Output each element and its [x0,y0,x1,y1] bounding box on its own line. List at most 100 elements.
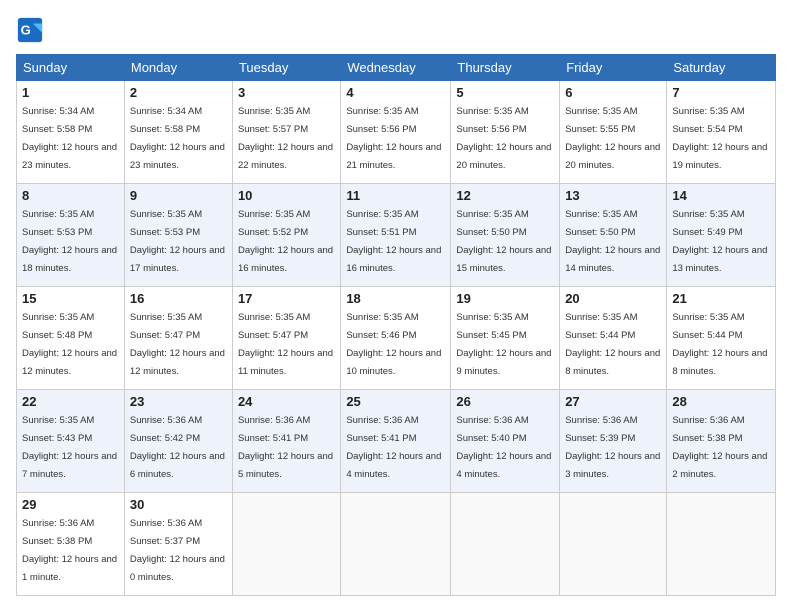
day-info: Sunrise: 5:36 AMSunset: 5:41 PMDaylight:… [346,415,441,480]
day-number: 12 [456,188,554,203]
table-row [667,493,776,596]
day-info: Sunrise: 5:36 AMSunset: 5:40 PMDaylight:… [456,415,551,480]
day-info: Sunrise: 5:35 AMSunset: 5:54 PMDaylight:… [672,106,767,171]
day-number: 11 [346,188,445,203]
col-monday: Monday [124,55,232,81]
day-info: Sunrise: 5:35 AMSunset: 5:50 PMDaylight:… [456,209,551,274]
day-number: 19 [456,291,554,306]
page: G Sunday Monday Tuesday Wednesday Thursd… [0,0,792,612]
day-info: Sunrise: 5:35 AMSunset: 5:46 PMDaylight:… [346,312,441,377]
day-info: Sunrise: 5:36 AMSunset: 5:38 PMDaylight:… [672,415,767,480]
svg-text:G: G [21,23,31,38]
day-info: Sunrise: 5:34 AMSunset: 5:58 PMDaylight:… [22,106,117,171]
logo: G [16,16,48,44]
table-row: 12 Sunrise: 5:35 AMSunset: 5:50 PMDayligh… [451,184,560,287]
day-info: Sunrise: 5:35 AMSunset: 5:52 PMDaylight:… [238,209,333,274]
table-row: 18 Sunrise: 5:35 AMSunset: 5:46 PMDayligh… [341,287,451,390]
day-number: 9 [130,188,227,203]
calendar-week-row: 15Sunrise: 5:35 AMSunset: 5:48 PMDayligh… [17,287,776,390]
calendar-table: Sunday Monday Tuesday Wednesday Thursday… [16,54,776,596]
day-number: 23 [130,394,227,409]
table-row: 6 Sunrise: 5:35 AMSunset: 5:55 PMDaylight… [560,81,667,184]
day-number: 15 [22,291,119,306]
day-number: 10 [238,188,335,203]
col-sunday: Sunday [17,55,125,81]
day-number: 2 [130,85,227,100]
table-row [560,493,667,596]
day-number: 26 [456,394,554,409]
day-number: 7 [672,85,770,100]
table-row: 29Sunrise: 5:36 AMSunset: 5:38 PMDayligh… [17,493,125,596]
table-row: 28 Sunrise: 5:36 AMSunset: 5:38 PMDayligh… [667,390,776,493]
day-number: 16 [130,291,227,306]
calendar-week-row: 8 Sunrise: 5:35 AMSunset: 5:53 PMDaylight… [17,184,776,287]
day-info: Sunrise: 5:36 AMSunset: 5:37 PMDaylight:… [130,518,225,583]
table-row: 8 Sunrise: 5:35 AMSunset: 5:53 PMDaylight… [17,184,125,287]
day-info: Sunrise: 5:35 AMSunset: 5:55 PMDaylight:… [565,106,660,171]
day-number: 5 [456,85,554,100]
day-info: Sunrise: 5:35 AMSunset: 5:44 PMDaylight:… [565,312,660,377]
day-info: Sunrise: 5:35 AMSunset: 5:51 PMDaylight:… [346,209,441,274]
table-row [451,493,560,596]
day-number: 6 [565,85,661,100]
table-row: 26 Sunrise: 5:36 AMSunset: 5:40 PMDayligh… [451,390,560,493]
day-info: Sunrise: 5:36 AMSunset: 5:42 PMDaylight:… [130,415,225,480]
calendar-week-row: 22 Sunrise: 5:35 AMSunset: 5:43 PMDayligh… [17,390,776,493]
table-row: 16 Sunrise: 5:35 AMSunset: 5:47 PMDayligh… [124,287,232,390]
table-row [232,493,340,596]
day-info: Sunrise: 5:35 AMSunset: 5:47 PMDaylight:… [130,312,225,377]
table-row: 27Sunrise: 5:36 AMSunset: 5:39 PMDayligh… [560,390,667,493]
table-row: 15Sunrise: 5:35 AMSunset: 5:48 PMDayligh… [17,287,125,390]
table-row: 14Sunrise: 5:35 AMSunset: 5:49 PMDayligh… [667,184,776,287]
day-number: 30 [130,497,227,512]
day-number: 25 [346,394,445,409]
day-number: 22 [22,394,119,409]
day-info: Sunrise: 5:35 AMSunset: 5:53 PMDaylight:… [22,209,117,274]
table-row: 23 Sunrise: 5:36 AMSunset: 5:42 PMDayligh… [124,390,232,493]
table-row: 10 Sunrise: 5:35 AMSunset: 5:52 PMDayligh… [232,184,340,287]
day-number: 27 [565,394,661,409]
day-info: Sunrise: 5:35 AMSunset: 5:50 PMDaylight:… [565,209,660,274]
day-info: Sunrise: 5:35 AMSunset: 5:44 PMDaylight:… [672,312,767,377]
day-number: 21 [672,291,770,306]
table-row: 17Sunrise: 5:35 AMSunset: 5:47 PMDayligh… [232,287,340,390]
table-row: 21 Sunrise: 5:35 AMSunset: 5:44 PMDayligh… [667,287,776,390]
table-row: 5 Sunrise: 5:35 AMSunset: 5:56 PMDaylight… [451,81,560,184]
day-info: Sunrise: 5:36 AMSunset: 5:38 PMDaylight:… [22,518,117,583]
day-info: Sunrise: 5:36 AMSunset: 5:41 PMDaylight:… [238,415,333,480]
table-row: 7 Sunrise: 5:35 AMSunset: 5:54 PMDaylight… [667,81,776,184]
day-number: 20 [565,291,661,306]
header: G [16,16,776,44]
day-info: Sunrise: 5:35 AMSunset: 5:45 PMDaylight:… [456,312,551,377]
day-number: 4 [346,85,445,100]
table-row: 24 Sunrise: 5:36 AMSunset: 5:41 PMDayligh… [232,390,340,493]
col-tuesday: Tuesday [232,55,340,81]
table-row [341,493,451,596]
day-info: Sunrise: 5:35 AMSunset: 5:56 PMDaylight:… [456,106,551,171]
table-row: 19 Sunrise: 5:35 AMSunset: 5:45 PMDayligh… [451,287,560,390]
table-row: 13Sunrise: 5:35 AMSunset: 5:50 PMDayligh… [560,184,667,287]
col-wednesday: Wednesday [341,55,451,81]
day-number: 17 [238,291,335,306]
table-row: 11 Sunrise: 5:35 AMSunset: 5:51 PMDayligh… [341,184,451,287]
day-number: 28 [672,394,770,409]
day-info: Sunrise: 5:35 AMSunset: 5:43 PMDaylight:… [22,415,117,480]
col-thursday: Thursday [451,55,560,81]
col-saturday: Saturday [667,55,776,81]
logo-icon: G [16,16,44,44]
table-row: 20 Sunrise: 5:35 AMSunset: 5:44 PMDayligh… [560,287,667,390]
day-number: 1 [22,85,119,100]
col-friday: Friday [560,55,667,81]
calendar-week-row: 29Sunrise: 5:36 AMSunset: 5:38 PMDayligh… [17,493,776,596]
table-row: 3 Sunrise: 5:35 AMSunset: 5:57 PMDaylight… [232,81,340,184]
calendar-week-row: 1 Sunrise: 5:34 AMSunset: 5:58 PMDaylight… [17,81,776,184]
day-info: Sunrise: 5:34 AMSunset: 5:58 PMDaylight:… [130,106,225,171]
day-number: 24 [238,394,335,409]
day-number: 8 [22,188,119,203]
table-row: 4Sunrise: 5:35 AMSunset: 5:56 PMDaylight… [341,81,451,184]
day-number: 3 [238,85,335,100]
day-number: 18 [346,291,445,306]
day-info: Sunrise: 5:35 AMSunset: 5:57 PMDaylight:… [238,106,333,171]
table-row: 2 Sunrise: 5:34 AMSunset: 5:58 PMDaylight… [124,81,232,184]
day-info: Sunrise: 5:35 AMSunset: 5:53 PMDaylight:… [130,209,225,274]
